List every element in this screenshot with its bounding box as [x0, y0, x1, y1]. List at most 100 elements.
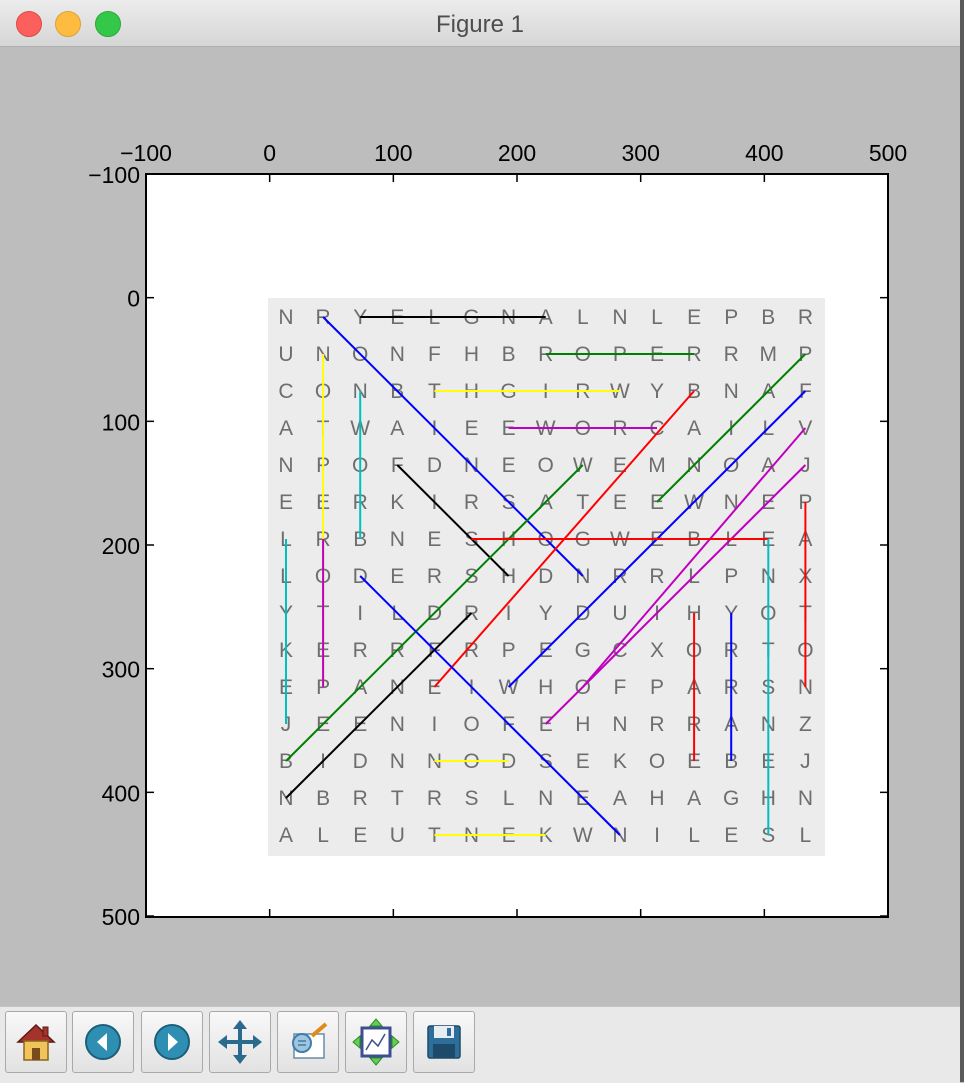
- forward-button[interactable]: [141, 1011, 203, 1073]
- grid-letter: N: [724, 491, 739, 514]
- grid-letter: R: [649, 565, 664, 588]
- grid-letter: N: [724, 380, 739, 403]
- left-tick-label: 400: [102, 780, 140, 806]
- grid-letter: E: [724, 824, 738, 847]
- move-icon: [218, 1020, 262, 1064]
- left-tick-label: −100: [88, 162, 140, 188]
- grid-letter: R: [427, 787, 442, 810]
- grid-letter: E: [613, 491, 627, 514]
- grid-letter: L: [688, 824, 700, 847]
- grid-letter: N: [538, 787, 553, 810]
- grid-letter: B: [761, 306, 775, 329]
- grid-letter: P: [650, 676, 664, 699]
- left-tick-label: 200: [102, 533, 140, 559]
- grid-letter: L: [317, 824, 329, 847]
- grid-letter: E: [279, 491, 293, 514]
- grid-letter: L: [651, 306, 663, 329]
- grid-letter: R: [464, 491, 479, 514]
- left-tick-label: 300: [102, 657, 140, 683]
- grid-letter: N: [390, 528, 405, 551]
- grid-letter: E: [353, 824, 367, 847]
- grid-letter: F: [428, 343, 441, 366]
- grid-letter: D: [538, 565, 553, 588]
- grid-letter: W: [573, 824, 593, 847]
- top-tick-label: 100: [374, 140, 412, 166]
- grid-letter: N: [575, 565, 590, 588]
- grid-letter: E: [576, 750, 590, 773]
- window-titlebar: Figure 1: [0, 0, 960, 47]
- grid-letter: T: [576, 491, 589, 514]
- grid-letter: L: [577, 306, 589, 329]
- grid-letter: I: [431, 713, 437, 736]
- top-tick-label: 400: [745, 140, 783, 166]
- top-tick-label: 0: [263, 140, 276, 166]
- grid-letter: I: [654, 824, 660, 847]
- grid-letter: R: [353, 639, 368, 662]
- top-tick-label: 200: [498, 140, 536, 166]
- grid-letter: N: [798, 787, 813, 810]
- grid-letter: D: [427, 454, 442, 477]
- grid-letter: A: [279, 417, 293, 440]
- grid-letter: R: [353, 787, 368, 810]
- grid-letter: E: [390, 565, 404, 588]
- grid-letter: U: [390, 824, 405, 847]
- grid-letter: G: [575, 639, 591, 662]
- grid-letter: L: [800, 824, 812, 847]
- back-button[interactable]: [72, 1011, 134, 1073]
- grid-letter: O: [649, 750, 665, 773]
- grid-letter: N: [278, 787, 293, 810]
- left-tick-label: 500: [102, 904, 140, 930]
- grid-letter: O: [463, 713, 479, 736]
- figure-canvas[interactable]: NRYELGNALNLEPBRUNONFHBROPERRMPCONBTHGIRW…: [0, 46, 960, 1006]
- arrow-left-icon: [85, 1024, 121, 1060]
- arrow-right-icon: [154, 1024, 190, 1060]
- top-tick-label: 300: [621, 140, 659, 166]
- grid-letter: R: [649, 713, 664, 736]
- grid-letter: H: [649, 787, 664, 810]
- home-icon: [16, 1023, 56, 1061]
- grid-letter: E: [464, 417, 478, 440]
- grid-letter: D: [353, 750, 368, 773]
- grid-letter: N: [390, 713, 405, 736]
- left-tick-label: 100: [102, 409, 140, 435]
- grid-letter: J: [800, 750, 811, 773]
- grid-letter: A: [279, 824, 293, 847]
- grid-letter: A: [613, 787, 627, 810]
- grid-letter: H: [501, 565, 516, 588]
- left-tick-label: 0: [127, 286, 140, 312]
- grid-letter: Z: [799, 713, 812, 736]
- grid-letter: P: [724, 565, 738, 588]
- grid-letter: T: [391, 787, 404, 810]
- pan-button[interactable]: [209, 1011, 271, 1073]
- grid-letter: N: [612, 824, 627, 847]
- zoom-button[interactable]: [277, 1011, 339, 1073]
- grid-letter: E: [687, 306, 701, 329]
- window-edge: [960, 0, 964, 1082]
- subplots-button[interactable]: [345, 1011, 407, 1073]
- window-title: Figure 1: [435, 11, 525, 38]
- save-button[interactable]: [413, 1011, 475, 1073]
- grid-letter: K: [613, 750, 627, 773]
- grid-letter: N: [612, 713, 627, 736]
- grid-letter: N: [612, 306, 627, 329]
- grid-letter: R: [798, 306, 813, 329]
- grid-letter: N: [390, 343, 405, 366]
- grid-letter: P: [502, 639, 516, 662]
- grid-letter: E: [502, 454, 516, 477]
- grid-letter: E: [427, 676, 441, 699]
- subplots-icon: [352, 1018, 400, 1066]
- grid-letter: E: [650, 491, 664, 514]
- grid-letter: N: [278, 454, 293, 477]
- grid-letter: F: [613, 676, 626, 699]
- grid-letter: U: [278, 343, 293, 366]
- floppy-icon: [427, 1025, 461, 1059]
- grid-letter: B: [316, 787, 330, 810]
- grid-letter: L: [503, 787, 515, 810]
- grid-letter: K: [390, 491, 404, 514]
- home-button[interactable]: [5, 1011, 67, 1073]
- grid-letter: X: [650, 639, 664, 662]
- grid-letter: B: [279, 750, 293, 773]
- grid-letter: H: [538, 676, 553, 699]
- grid-letter: R: [427, 565, 442, 588]
- grid-letter: A: [687, 787, 701, 810]
